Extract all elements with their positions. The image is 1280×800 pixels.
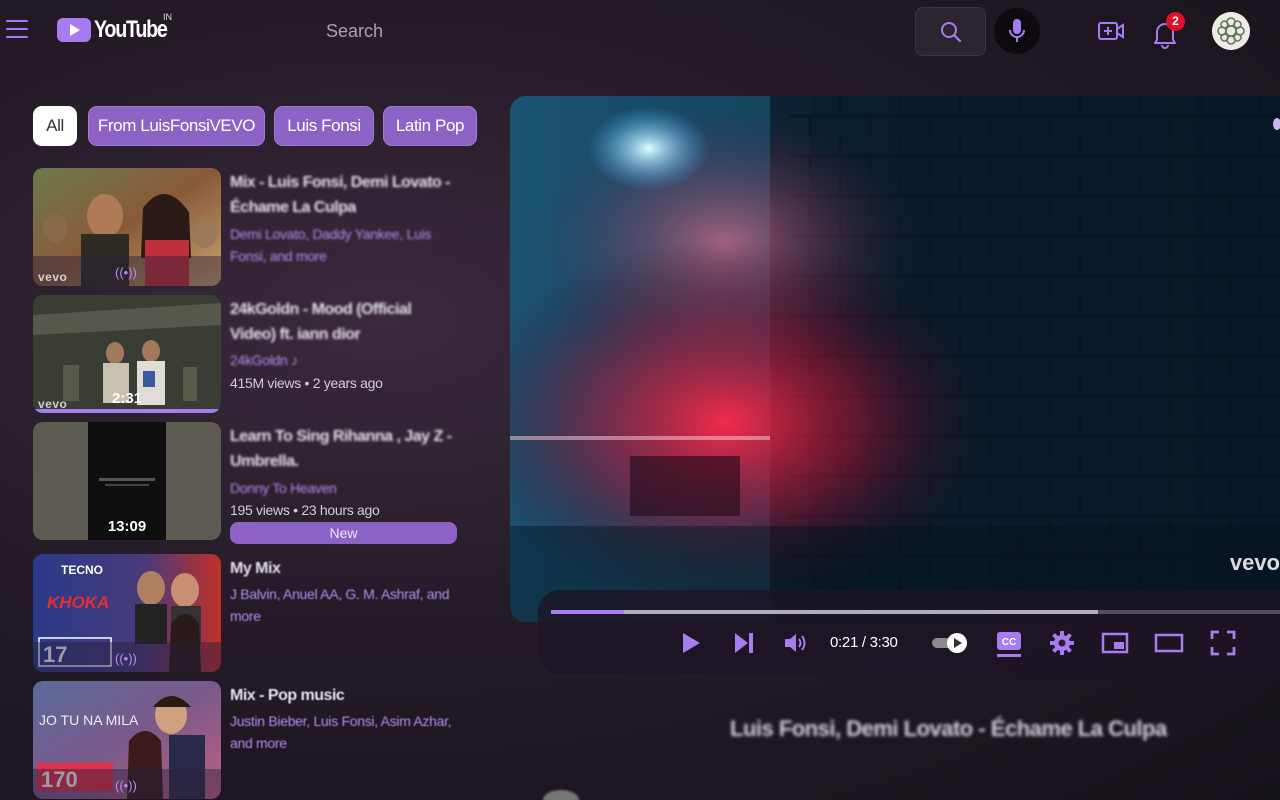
list-item[interactable]: JO TU NA MILA 170 ((•)) Mix - Pop music … [33,681,463,800]
gear-icon [1050,631,1074,655]
video-title[interactable]: Learn To Sing Rihanna , Jay Z - Umbrella… [230,424,460,474]
search-button[interactable] [915,7,986,56]
theater-mode-button[interactable] [1154,628,1184,658]
video-thumbnail[interactable]: JO TU NA MILA 170 ((•)) [33,681,221,799]
list-item[interactable]: ((•)) vevo Mix - Luis Fonsi, Demi Lovato… [33,168,463,288]
logo-text: YouTube [94,16,168,43]
notifications-button[interactable]: 2 [1152,12,1185,49]
play-icon [683,633,700,653]
video-title[interactable]: Mix - Pop music [230,683,460,708]
player-edge-indicator [1273,118,1280,130]
svg-text:CC: CC [1002,637,1016,648]
play-logo-icon [57,18,91,42]
svg-text:JO TU NA MILA: JO TU NA MILA [39,712,139,728]
notification-count-badge: 2 [1166,12,1185,31]
now-playing-title: Luis Fonsi, Demi Lovato - Échame La Culp… [730,716,1167,741]
video-player[interactable] [510,96,1280,622]
top-bar: YouTube IN 2 [0,0,1280,62]
voice-search-button[interactable] [994,8,1040,54]
country-code: IN [163,12,172,22]
mic-icon [1009,19,1025,42]
played-bar [551,610,624,614]
video-channel[interactable]: Justin Bieber, Luis Fonsi, Asim Azhar, a… [230,710,460,754]
avatar[interactable] [1212,12,1250,50]
video-channel[interactable]: 24kGoldn ♪ [230,349,460,371]
fullscreen-icon [1210,630,1236,656]
youtube-logo[interactable]: YouTube IN [57,12,183,44]
time-display: 0:21 / 3:30 [830,634,898,651]
svg-text:TECNO: TECNO [61,563,103,577]
mix-radio-icon: ((•)) [115,778,137,793]
settings-button[interactable] [1048,628,1076,658]
player-controls: 0:21 / 3:30 CC [538,590,1280,674]
video-channel[interactable]: Demi Lovato, Daddy Yankee, Luis Fonsi, a… [230,223,460,267]
mix-radio-icon: ((•)) [115,651,137,666]
video-title[interactable]: 24kGoldn - Mood (Official Video) ft. ian… [230,297,460,347]
chip-luis-fonsi[interactable]: Luis Fonsi [274,106,374,146]
view-count: 195 views [230,502,290,518]
captions-icon: CC [997,632,1021,657]
next-button[interactable] [730,628,758,658]
video-channel[interactable]: J Balvin, Anuel AA, G. M. Ashraf, and mo… [230,583,460,627]
volume-button[interactable] [782,628,810,658]
create-button[interactable] [1097,17,1125,45]
list-item[interactable]: TECNO KHOKA 17 ((•)) My Mix J Balvin, An… [33,554,463,674]
search-icon [940,21,961,42]
miniplayer-icon [1101,632,1129,654]
video-duration: 2:31 [111,390,143,407]
progress-bar[interactable] [551,610,1280,614]
video-thumbnail[interactable]: 13:09 [33,422,221,540]
video-thumbnail[interactable]: TECNO KHOKA 17 ((•)) [33,554,221,672]
menu-icon[interactable] [6,20,28,40]
video-meta: 195 views • 23 hours ago [230,502,380,518]
avatar-image [1212,12,1250,50]
video-meta: 415M views • 2 years ago [230,375,383,391]
chip-latin-pop[interactable]: Latin Pop [383,106,477,146]
new-badge: New [230,522,457,544]
play-button[interactable] [678,628,704,658]
autoplay-toggle-icon [932,633,967,653]
vevo-watermark: vevo [1229,550,1280,575]
video-channel[interactable]: Donny To Heaven [230,477,460,499]
miniplayer-button[interactable] [1100,628,1130,658]
create-icon [1098,22,1124,40]
chip-from-luisfonsivevo[interactable]: From LuisFonsiVEVO [88,106,265,146]
next-icon [735,633,753,653]
chip-all[interactable]: All [33,106,77,146]
captions-button[interactable]: CC [994,628,1024,658]
upload-age: 2 years ago [312,375,383,391]
autoplay-toggle[interactable] [930,628,970,658]
theater-icon [1154,633,1184,653]
upload-age: 23 hours ago [301,502,380,518]
volume-icon [785,634,806,652]
mix-radio-icon: ((•)) [115,265,137,280]
channel-avatar[interactable] [543,790,579,800]
fullscreen-button[interactable] [1208,628,1238,658]
video-title[interactable]: My Mix [230,556,460,581]
video-frame [510,96,1280,622]
video-title[interactable]: Mix - Luis Fonsi, Demi Lovato - Échame L… [230,170,460,220]
video-thumbnail[interactable]: ((•)) vevo [33,168,221,286]
view-count: 415M views [230,375,301,391]
svg-text:KHOKA: KHOKA [47,593,109,612]
buffered-bar [551,610,1098,614]
filter-chips: All From LuisFonsiVEVO Luis Fonsi Latin … [25,96,484,158]
vevo-badge: vevo [38,270,68,284]
list-item[interactable]: vevo 2:31 24kGoldn - Mood (Official Vide… [33,295,463,415]
search-input[interactable] [310,12,910,50]
watched-progress-bar [33,409,221,413]
video-thumbnail[interactable]: vevo 2:31 [33,295,221,413]
list-item[interactable]: 13:09 Learn To Sing Rihanna , Jay Z - Um… [33,422,463,546]
video-duration: 13:09 [107,518,147,535]
